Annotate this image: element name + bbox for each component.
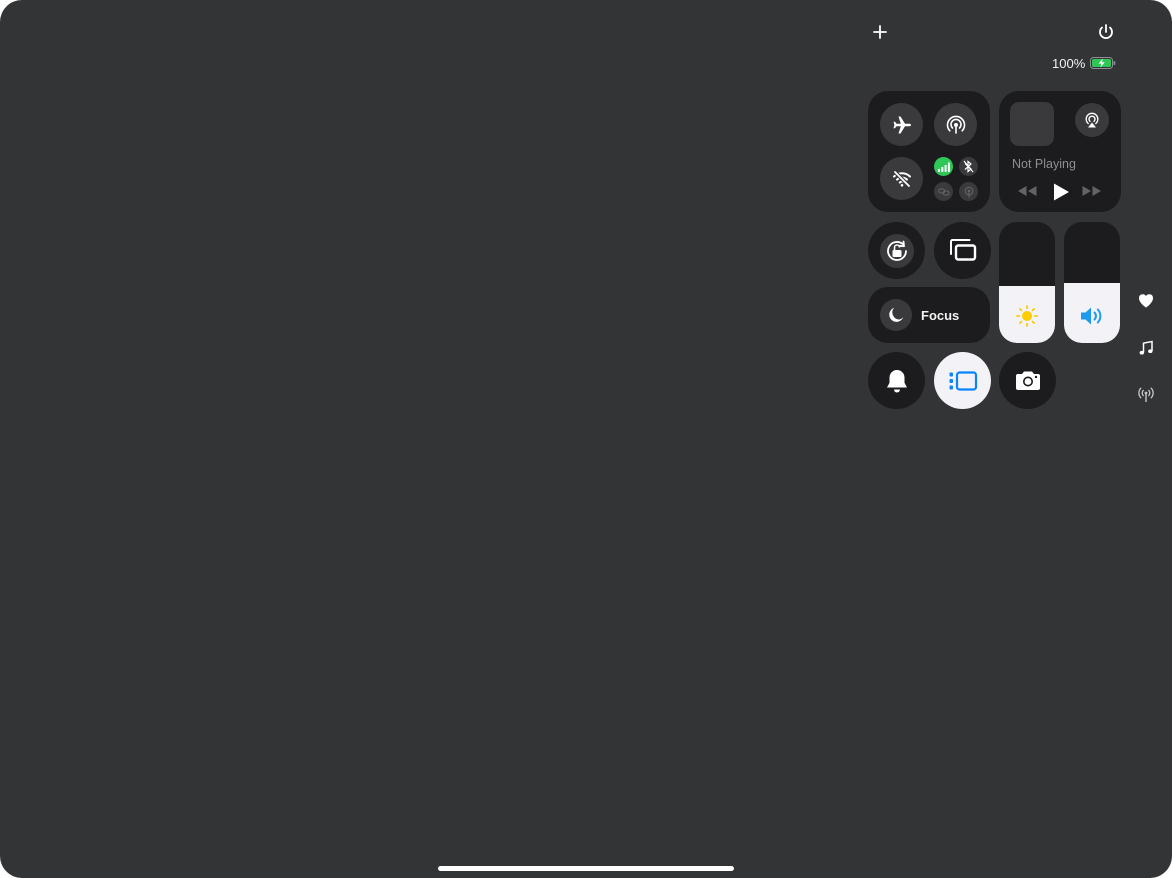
stage-manager-icon xyxy=(948,370,978,392)
airdrop-button[interactable] xyxy=(934,103,977,146)
link-icon xyxy=(937,187,950,197)
fast-forward-icon xyxy=(1081,184,1103,198)
screen-mirroring-icon xyxy=(947,237,979,265)
airdrop-icon xyxy=(944,113,968,137)
camera-icon xyxy=(1013,369,1043,393)
moon-icon xyxy=(880,299,912,331)
silent-mode-button[interactable] xyxy=(868,352,925,409)
power-icon[interactable] xyxy=(1096,22,1116,42)
hotspot-button[interactable] xyxy=(959,182,978,201)
heart-icon[interactable] xyxy=(1137,291,1155,309)
volume-slider[interactable] xyxy=(1064,222,1120,343)
airplay-audio-icon xyxy=(1082,110,1102,130)
rewind-icon xyxy=(1016,184,1038,198)
airplay-button[interactable] xyxy=(1075,103,1109,137)
play-button[interactable] xyxy=(1051,182,1071,202)
rotation-lock-icon xyxy=(879,233,914,268)
sun-icon xyxy=(1015,304,1039,328)
wifi-button[interactable] xyxy=(880,157,923,200)
focus-label: Focus xyxy=(921,308,960,323)
orientation-lock-button[interactable] xyxy=(868,222,925,279)
camera-button[interactable] xyxy=(999,352,1056,409)
link-button[interactable] xyxy=(934,182,953,201)
cellular-icon xyxy=(937,162,950,172)
plus-icon[interactable] xyxy=(870,22,890,42)
bell-icon xyxy=(884,367,910,395)
music-note-icon[interactable] xyxy=(1137,339,1155,357)
album-art xyxy=(1010,102,1054,146)
antenna-icon[interactable] xyxy=(1137,386,1155,404)
stage-manager-button[interactable] xyxy=(934,352,991,409)
battery-percent: 100% xyxy=(1052,55,1086,71)
airplane-icon xyxy=(890,113,914,137)
connectivity-module xyxy=(868,91,990,212)
cellular-button[interactable] xyxy=(934,157,953,176)
now-playing-status: Not Playing xyxy=(1012,157,1076,171)
rewind-button[interactable] xyxy=(1016,184,1038,198)
airplane-mode-button[interactable] xyxy=(880,103,923,146)
fast-forward-button[interactable] xyxy=(1081,184,1103,198)
home-indicator[interactable] xyxy=(438,866,734,871)
bluetooth-button[interactable] xyxy=(959,157,978,176)
screen-mirroring-button[interactable] xyxy=(934,222,991,279)
speaker-icon xyxy=(1079,305,1105,327)
play-icon xyxy=(1051,182,1071,202)
brightness-slider[interactable] xyxy=(999,222,1055,343)
battery-charging-icon xyxy=(1090,57,1116,69)
control-center: 100% Not Playing Focus xyxy=(0,0,1172,878)
bluetooth-off-icon xyxy=(963,160,974,173)
status-bar: 100% xyxy=(1052,55,1116,71)
hotspot-icon xyxy=(963,186,975,198)
wifi-off-icon xyxy=(890,167,914,191)
